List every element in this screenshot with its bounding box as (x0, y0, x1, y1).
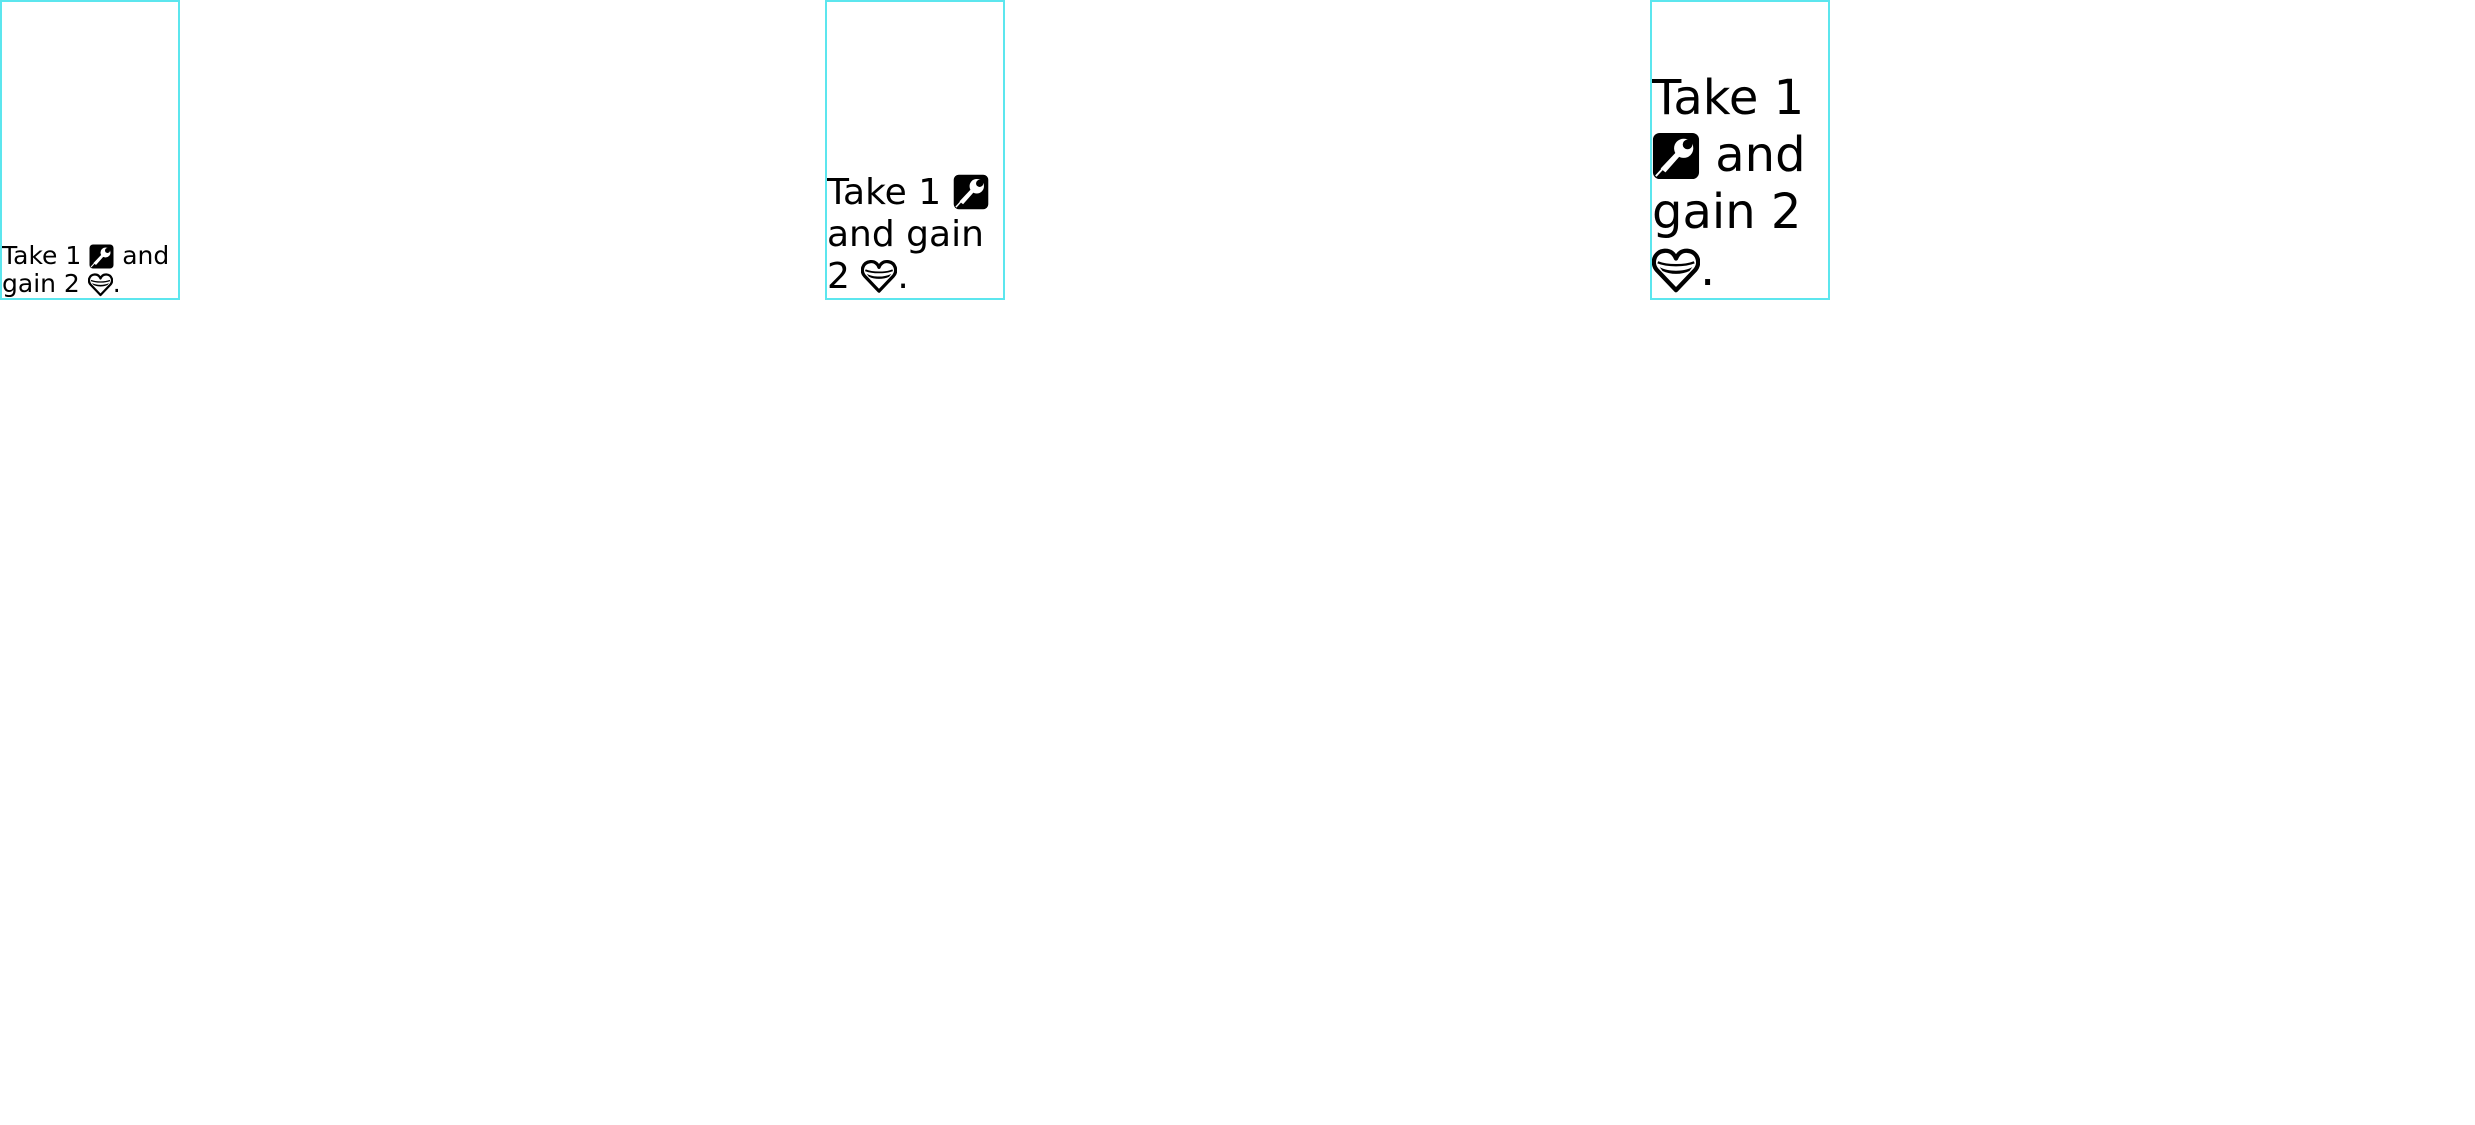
card-text: Take 1 and gain 2 . (2, 242, 178, 298)
card-text-part: Take 1 (1652, 70, 1805, 126)
wrench-icon (1652, 132, 1700, 180)
heart-icon (87, 272, 113, 297)
card-large: Take 1 and gain 2 . (1650, 0, 1830, 300)
heart-icon (1652, 246, 1700, 294)
card-text-part: . (112, 269, 121, 298)
card-text-part: . (1700, 241, 1716, 297)
card-text-part: . (897, 256, 909, 297)
card-text-part: Take 1 (2, 241, 82, 270)
card-medium: Take 1 and gain 2 . (825, 0, 1005, 300)
card-text: Take 1 and gain 2 . (827, 172, 1003, 298)
heart-icon (861, 258, 898, 294)
card-text: Take 1 and gain 2 . (1652, 70, 1828, 298)
card-small: Take 1 and gain 2 . (0, 0, 180, 300)
card-text-part: Take 1 (827, 172, 942, 213)
wrench-icon (953, 174, 989, 210)
wrench-icon (89, 244, 114, 269)
